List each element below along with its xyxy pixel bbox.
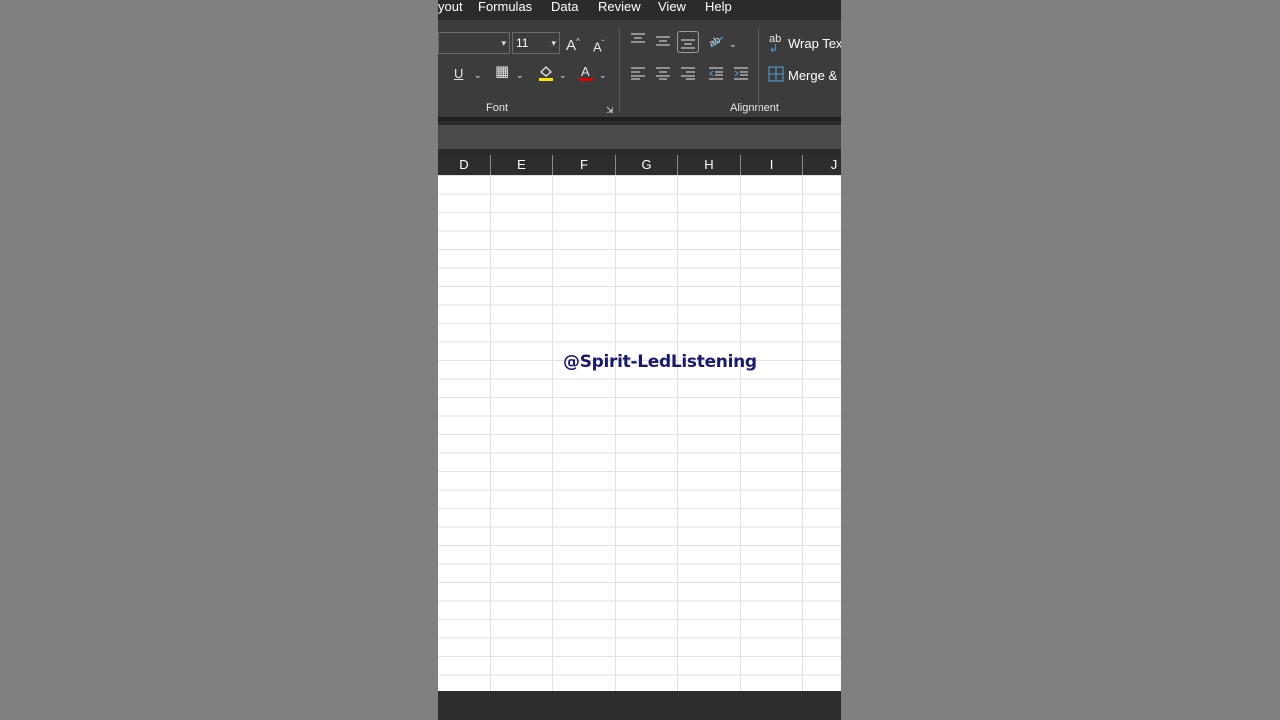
- chevron-down-icon: ▾: [551, 38, 556, 48]
- underline-icon[interactable]: U: [454, 66, 463, 82]
- background-right: [841, 0, 1280, 720]
- chevron-down-icon[interactable]: ⌄: [559, 67, 567, 83]
- grid-line: [490, 175, 491, 691]
- top-align-icon[interactable]: [630, 32, 646, 50]
- menu-page-layout[interactable]: yout: [438, 0, 463, 14]
- middle-align-icon[interactable]: [655, 34, 671, 52]
- cell-grid[interactable]: [438, 175, 841, 691]
- svg-text:ab: ab: [708, 34, 723, 49]
- bottom-align-icon[interactable]: [677, 31, 699, 53]
- channel-watermark: @Spirit-LedListening: [563, 352, 757, 372]
- font-name-select[interactable]: ▾: [438, 32, 510, 54]
- status-bar: [438, 691, 841, 720]
- formula-bar[interactable]: [438, 125, 841, 149]
- align-center-icon[interactable]: [655, 66, 671, 84]
- excel-window: yout Formulas Data Review View Help ▾ 11…: [438, 0, 841, 720]
- svg-text:A: A: [581, 64, 590, 79]
- menu-help[interactable]: Help: [705, 0, 732, 14]
- grid-line: [677, 175, 678, 691]
- grid-line: [552, 175, 553, 691]
- ribbon-border: [438, 117, 841, 121]
- menu-bar: yout Formulas Data Review View Help: [438, 0, 841, 20]
- group-separator: [619, 28, 620, 112]
- decrease-indent-icon[interactable]: [708, 66, 724, 84]
- borders-icon[interactable]: ▦: [495, 64, 509, 80]
- column-header-i[interactable]: I: [741, 155, 803, 175]
- chevron-down-icon[interactable]: ⌄: [599, 67, 607, 83]
- chevron-down-icon: ▾: [501, 38, 506, 48]
- align-left-icon[interactable]: [630, 66, 646, 84]
- chevron-down-icon[interactable]: ⌄: [729, 36, 737, 52]
- column-header-f[interactable]: F: [553, 155, 616, 175]
- font-size-select[interactable]: 11 ▾: [512, 32, 560, 54]
- font-size-value: 11: [516, 36, 529, 50]
- font-color-icon[interactable]: A: [578, 64, 594, 86]
- menu-data[interactable]: Data: [551, 0, 578, 14]
- font-dialog-launcher-icon[interactable]: ⇲: [606, 102, 614, 118]
- grid-line: [740, 175, 741, 691]
- orientation-icon[interactable]: ab: [707, 33, 726, 53]
- menu-formulas[interactable]: Formulas: [478, 0, 532, 14]
- wrap-text-button[interactable]: Wrap Text: [788, 36, 841, 51]
- menu-view[interactable]: View: [658, 0, 686, 14]
- increase-indent-icon[interactable]: [733, 66, 749, 84]
- chevron-down-icon[interactable]: ⌄: [516, 67, 524, 83]
- merge-center-button[interactable]: Merge & C: [788, 68, 841, 83]
- column-header-j[interactable]: J: [803, 155, 841, 175]
- ribbon: ▾ 11 ▾ A^ Aˇ U ⌄ ▦ ⌄ ⌄ A ⌄ Font ⇲ ab ⌄ A…: [438, 20, 841, 118]
- column-header-d[interactable]: D: [438, 155, 491, 175]
- column-header-e[interactable]: E: [491, 155, 553, 175]
- grid-line: [802, 175, 803, 691]
- column-header-g[interactable]: G: [616, 155, 678, 175]
- background-left: [0, 0, 438, 720]
- fill-color-icon[interactable]: [538, 64, 554, 86]
- wrap-text-icon: ab ↲: [769, 33, 782, 55]
- decrease-font-size-icon[interactable]: Aˇ: [593, 36, 604, 55]
- group-separator: [758, 28, 759, 112]
- increase-font-size-icon[interactable]: A^: [566, 34, 580, 54]
- font-group-label: Font: [486, 102, 509, 114]
- menu-review[interactable]: Review: [598, 0, 641, 14]
- grid-line: [615, 175, 616, 691]
- chevron-down-icon[interactable]: ⌄: [474, 67, 482, 83]
- column-header-h[interactable]: H: [678, 155, 741, 175]
- align-right-icon[interactable]: [680, 66, 696, 84]
- alignment-group-label: Alignment: [730, 102, 779, 114]
- merge-center-icon: [768, 66, 784, 86]
- column-header-row: D E F G H I J: [438, 155, 841, 175]
